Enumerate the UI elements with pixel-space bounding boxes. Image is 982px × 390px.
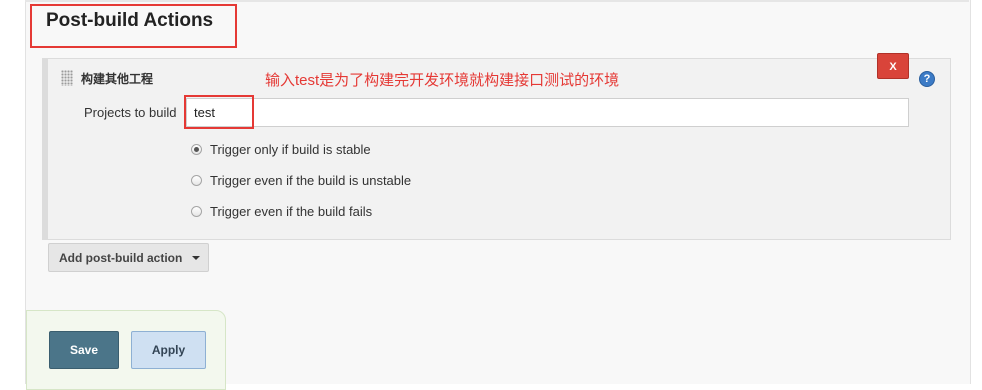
drag-handle[interactable] xyxy=(61,70,73,86)
add-post-build-action-button[interactable]: Add post-build action xyxy=(48,243,209,272)
radio-trigger-fails[interactable]: Trigger even if the build fails xyxy=(191,204,372,219)
delete-button[interactable]: X xyxy=(877,53,909,79)
radio-button[interactable] xyxy=(191,175,202,186)
radio-button-checked[interactable] xyxy=(191,144,202,155)
radio-button[interactable] xyxy=(191,206,202,217)
radio-trigger-stable[interactable]: Trigger only if build is stable xyxy=(191,142,371,157)
action-title: 构建其他工程 xyxy=(81,72,154,86)
highlight-box-input xyxy=(184,95,254,129)
add-action-label: Add post-build action xyxy=(59,250,183,265)
top-divider xyxy=(25,0,969,2)
radio-label: Trigger only if build is stable xyxy=(210,142,371,157)
radio-label: Trigger even if the build is unstable xyxy=(210,173,412,188)
highlight-box-title xyxy=(30,4,237,48)
radio-label: Trigger even if the build fails xyxy=(210,204,373,219)
projects-input[interactable] xyxy=(186,98,909,127)
projects-label: Projects to build xyxy=(84,105,177,120)
help-icon[interactable]: ? xyxy=(919,71,935,87)
save-button[interactable]: Save xyxy=(49,331,119,369)
annotation-text: 输入test是为了构建完开发环境就构建接口测试的环境 xyxy=(265,72,620,89)
apply-button[interactable]: Apply xyxy=(131,331,206,369)
caret-down-icon xyxy=(192,255,201,260)
radio-trigger-unstable[interactable]: Trigger even if the build is unstable xyxy=(191,173,411,188)
